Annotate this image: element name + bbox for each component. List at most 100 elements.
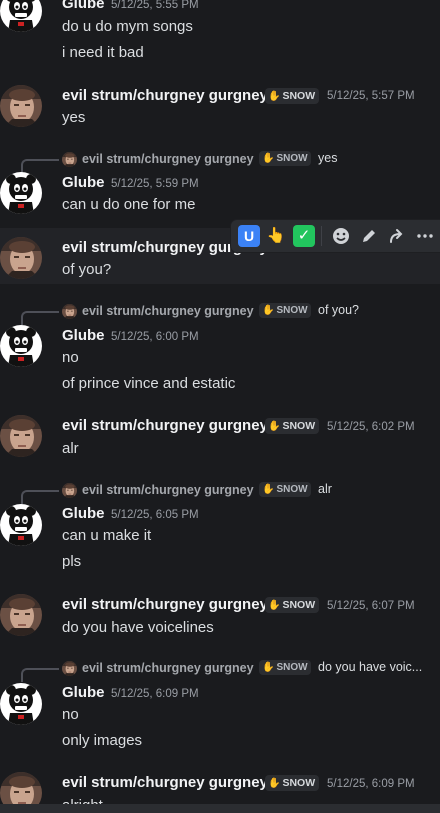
message-group[interactable]: evil strum/churgney gurgney ✋ SNOW alr Gl…: [0, 481, 440, 577]
message-group[interactable]: Glube 5/12/25, 5:55 PM do u do mym songs…: [0, 0, 440, 70]
author-name[interactable]: Glube: [62, 0, 105, 12]
hand-wave-icon: ✋: [268, 778, 281, 789]
avatar-evil: [0, 85, 42, 127]
message-text: yes: [62, 109, 86, 126]
author-name[interactable]: evil strum/churgney gurgney: [62, 87, 268, 104]
timestamp[interactable]: 5/12/25, 5:55 PM: [111, 0, 199, 11]
timestamp[interactable]: 5/12/25, 6:09 PM: [111, 688, 199, 700]
message-text: of prince vince and estatic: [62, 375, 236, 392]
author-name[interactable]: evil strum/churgney gurgney: [62, 774, 268, 791]
reply-text: alr: [318, 482, 332, 496]
reply-preview[interactable]: evil strum/churgney gurgney ✋ SNOW do you…: [0, 659, 440, 682]
hand-wave-icon: ✋: [268, 421, 281, 432]
timestamp[interactable]: 5/12/25, 6:09 PM: [327, 778, 415, 790]
reaction-u-button[interactable]: U: [238, 225, 260, 247]
reply-server-tag: ✋ SNOW: [259, 482, 311, 497]
message-text: alr: [62, 440, 79, 457]
reaction-check-button[interactable]: ✓: [293, 225, 315, 247]
reply-author: evil strum/churgney gurgney: [82, 304, 254, 318]
hand-wave-icon: ✋: [262, 305, 275, 316]
more-icon[interactable]: [414, 225, 436, 247]
reply-server-tag: ✋ SNOW: [259, 303, 311, 318]
avatar-evil: [0, 594, 42, 636]
avatar[interactable]: [0, 504, 42, 546]
server-tag[interactable]: ✋ SNOW: [265, 418, 320, 434]
message-group[interactable]: evil strum/churgney gurgney ✋ SNOW of you…: [0, 302, 440, 398]
reply-text: of you?: [318, 303, 360, 317]
timestamp[interactable]: 5/12/25, 5:57 PM: [327, 90, 415, 102]
message-group[interactable]: evil strum/churgney gurgney ✋ SNOW yes Gl…: [0, 150, 440, 220]
reply-spine: [21, 668, 59, 682]
message-text: do u do mym songs: [62, 18, 193, 35]
reaction-point-up-button[interactable]: 👆: [265, 225, 287, 247]
reply-spine: [21, 490, 59, 504]
add-reaction-icon[interactable]: [330, 225, 352, 247]
avatar-glube: [0, 683, 42, 725]
avatar-glube: [0, 0, 42, 32]
message-group[interactable]: evil strum/churgney gurgney ✋ SNOW 5/12/2…: [0, 589, 440, 645]
avatar[interactable]: [0, 85, 42, 127]
avatar[interactable]: [0, 683, 42, 725]
reply-avatar: [62, 152, 77, 167]
server-tag[interactable]: ✋ SNOW: [265, 597, 320, 613]
reply-author: evil strum/churgney gurgney: [82, 661, 254, 675]
message-text: do you have voicelines: [62, 619, 214, 636]
toolbar-divider: [321, 226, 322, 246]
message-text: no: [62, 349, 79, 366]
message-group[interactable]: evil strum/churgney gurgney ✋ SNOW 5/12/2…: [0, 410, 440, 466]
reply-spine: [21, 159, 59, 173]
avatar-evil: [0, 237, 42, 279]
reply-preview[interactable]: evil strum/churgney gurgney ✋ SNOW alr: [0, 481, 440, 504]
message-text: can u do one for me: [62, 196, 196, 213]
reply-text: do you have voic...: [318, 660, 423, 674]
reply-avatar: [62, 304, 77, 319]
timestamp[interactable]: 5/12/25, 6:02 PM: [327, 421, 415, 433]
timestamp[interactable]: 5/12/25, 6:07 PM: [327, 600, 415, 612]
timestamp[interactable]: 5/12/25, 6:05 PM: [111, 509, 199, 521]
timestamp[interactable]: 5/12/25, 5:59 PM: [111, 178, 199, 190]
message-text: pls: [62, 553, 82, 570]
avatar[interactable]: [0, 325, 42, 367]
reply-avatar: [62, 483, 77, 498]
hand-wave-icon: ✋: [262, 484, 275, 495]
reply-text: yes: [318, 151, 338, 165]
message-group[interactable]: evil strum/churgney gurgney ✋ SNOW do you…: [0, 659, 440, 755]
avatar[interactable]: [0, 237, 42, 279]
message-group[interactable]: evil strum/churgney gurgney ✋ SNOW 5/12/2…: [0, 80, 440, 132]
edit-icon[interactable]: [358, 225, 380, 247]
composer-edge: [0, 804, 440, 813]
message-text: only images: [62, 732, 143, 749]
avatar-glube: [0, 325, 42, 367]
forward-icon[interactable]: [386, 225, 408, 247]
avatar[interactable]: [0, 594, 42, 636]
message-text: of you?: [62, 261, 112, 278]
hand-wave-icon: ✋: [268, 600, 281, 611]
reply-spine: [21, 311, 59, 325]
author-name[interactable]: Glube: [62, 174, 105, 191]
hand-wave-icon: ✋: [268, 91, 281, 102]
author-name[interactable]: Glube: [62, 684, 105, 701]
server-tag[interactable]: ✋ SNOW: [265, 88, 320, 104]
message-text: i need it bad: [62, 44, 144, 61]
reply-preview[interactable]: evil strum/churgney gurgney ✋ SNOW yes: [0, 150, 440, 173]
hand-wave-icon: ✋: [262, 153, 275, 164]
author-name[interactable]: evil strum/churgney gurgney: [62, 596, 268, 613]
avatar[interactable]: [0, 172, 42, 214]
avatar[interactable]: [0, 415, 42, 457]
author-name[interactable]: evil strum/churgney gurgney: [62, 417, 268, 434]
reply-author: evil strum/churgney gurgney: [82, 483, 254, 497]
message-text: can u make it: [62, 527, 152, 544]
avatar-glube: [0, 172, 42, 214]
server-tag[interactable]: ✋ SNOW: [265, 775, 320, 791]
chat-log: Glube 5/12/25, 5:55 PM do u do mym songs…: [0, 0, 440, 813]
reply-avatar: [62, 661, 77, 676]
avatar[interactable]: [0, 0, 42, 32]
reply-preview[interactable]: evil strum/churgney gurgney ✋ SNOW of you…: [0, 302, 440, 325]
timestamp[interactable]: 5/12/25, 6:00 PM: [111, 331, 199, 343]
reply-server-tag: ✋ SNOW: [259, 660, 311, 675]
author-name[interactable]: Glube: [62, 505, 105, 522]
reply-server-tag: ✋ SNOW: [259, 151, 311, 166]
author-name[interactable]: Glube: [62, 327, 105, 344]
hand-wave-icon: ✋: [262, 662, 275, 673]
avatar-evil: [0, 415, 42, 457]
